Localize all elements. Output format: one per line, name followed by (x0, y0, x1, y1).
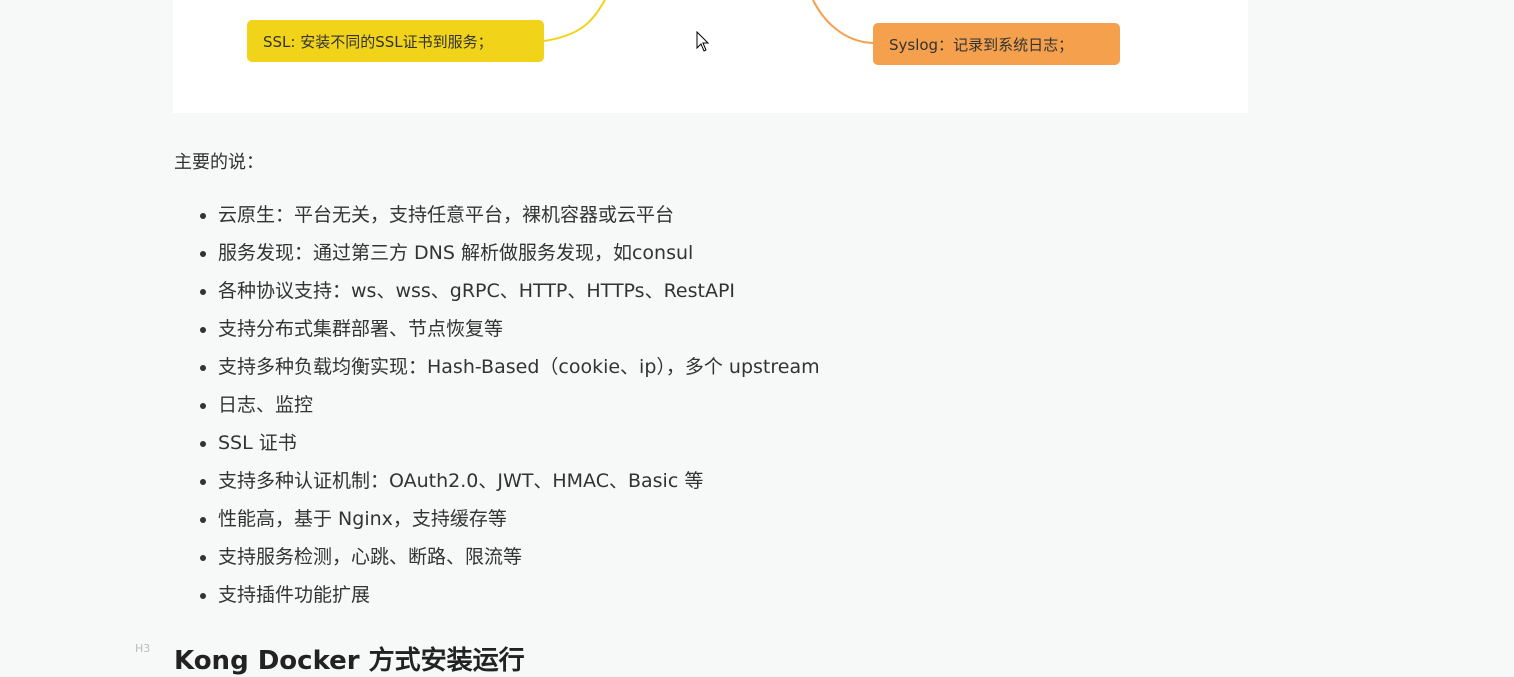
heading-level-tag: H3 (135, 642, 151, 655)
list-item: 支持多种负载均衡实现：Hash-Based（cookie、ip），多个 upst… (218, 348, 820, 386)
mindmap-node-syslog: Syslog：记录到系统日志； (873, 23, 1120, 65)
list-item: 支持分布式集群部署、节点恢复等 (218, 310, 820, 348)
section-heading: Kong Docker 方式安装运行 (174, 646, 525, 676)
list-item: 性能高，基于 Nginx，支持缓存等 (218, 500, 820, 538)
feature-list: 云原生：平台无关，支持任意平台，裸机容器或云平台 服务发现：通过第三方 DNS … (174, 196, 820, 614)
list-item: 各种协议支持：ws、wss、gRPC、HTTP、HTTPs、RestAPI (218, 272, 820, 310)
list-item: 支持服务检测，心跳、断路、限流等 (218, 538, 820, 576)
mouse-cursor-icon (696, 31, 710, 52)
mindmap-image: SSL: 安装不同的SSL证书到服务； Syslog：记录到系统日志； (173, 0, 1248, 113)
intro-text: 主要的说： (174, 152, 264, 173)
mindmap-node-ssl: SSL: 安装不同的SSL证书到服务； (247, 20, 544, 62)
list-item: 支持插件功能扩展 (218, 576, 820, 614)
list-item: 云原生：平台无关，支持任意平台，裸机容器或云平台 (218, 196, 820, 234)
list-item: 服务发现：通过第三方 DNS 解析做服务发现，如consul (218, 234, 820, 272)
list-item: 支持多种认证机制：OAuth2.0、JWT、HMAC、Basic 等 (218, 462, 820, 500)
list-item: SSL 证书 (218, 424, 820, 462)
list-item: 日志、监控 (218, 386, 820, 424)
